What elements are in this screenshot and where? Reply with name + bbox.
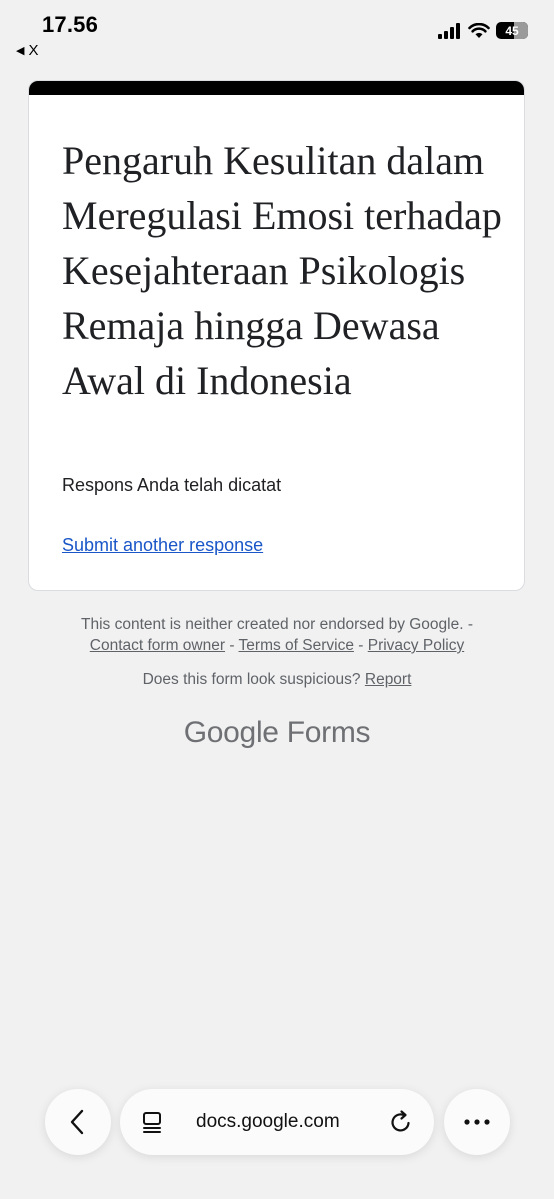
separator: - [225, 637, 239, 654]
back-triangle-icon: ◀ [16, 45, 25, 57]
report-prompt: Does this form look suspicious? Report [0, 671, 554, 689]
cellular-signal-icon [438, 22, 460, 39]
confirmation-message: Respons Anda telah dicatat [62, 475, 282, 495]
suspicious-text: Does this form look suspicious? [142, 671, 361, 688]
back-app-label: X [28, 42, 39, 59]
status-time: 17.56 [42, 12, 99, 37]
battery-level: 45 [505, 23, 519, 38]
url-text: docs.google.com [196, 1111, 340, 1132]
address-bar[interactable]: docs.google.com [120, 1089, 434, 1155]
card-accent-bar [29, 81, 524, 95]
form-title: Pengaruh Kesulitan dalam Meregulasi Emos… [62, 138, 502, 403]
back-to-app-button[interactable]: ◀ X [16, 42, 38, 59]
reload-icon[interactable] [388, 1109, 414, 1135]
disclaimer-text: This content is neither created nor endo… [80, 616, 474, 633]
footer-disclaimer: This content is neither created nor endo… [0, 614, 554, 656]
google-forms-logo[interactable]: Google Forms [0, 716, 554, 750]
browser-toolbar: docs.google.com [0, 1085, 554, 1159]
submit-another-response-link[interactable]: Submit another response [62, 535, 263, 556]
more-dots-icon [464, 1119, 490, 1125]
terms-of-service-link[interactable]: Terms of Service [239, 637, 354, 654]
brand-forms: Forms [286, 716, 371, 749]
battery-icon: 45 [496, 22, 528, 39]
wifi-icon [468, 22, 490, 38]
back-button[interactable] [45, 1089, 111, 1155]
status-icons: 45 [438, 22, 528, 39]
report-link[interactable]: Report [365, 671, 412, 688]
form-confirmation-card: Pengaruh Kesulitan dalam Meregulasi Emos… [28, 80, 525, 591]
separator: - [353, 637, 368, 654]
brand-google: Google [183, 716, 279, 749]
page-menu-icon[interactable] [142, 1111, 164, 1133]
privacy-policy-link[interactable]: Privacy Policy [368, 637, 464, 654]
contact-form-owner-link[interactable]: Contact form owner [90, 637, 225, 654]
status-bar: 17.56 ◀ X 45 [0, 0, 554, 70]
more-button[interactable] [444, 1089, 510, 1155]
chevron-left-icon [70, 1109, 84, 1135]
